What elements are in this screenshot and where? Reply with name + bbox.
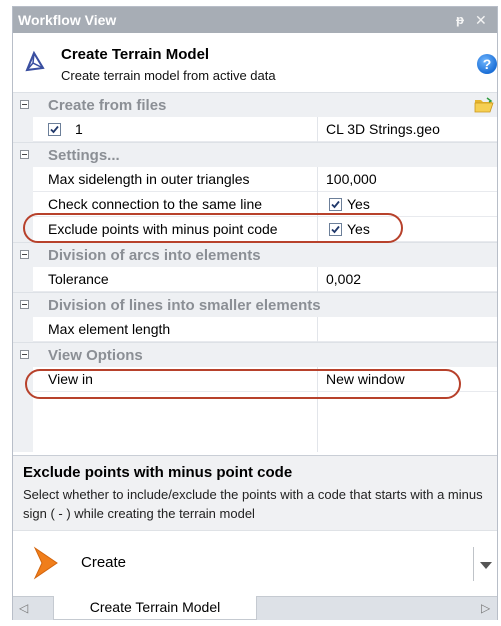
category-division-of-arcs[interactable]: Division of arcs into elements [13, 242, 497, 267]
description-panel: Exclude points with minus point code Sel… [13, 456, 497, 530]
scroll-right-icon[interactable]: ▷ [481, 601, 490, 615]
property-name: Max sidelength in outer triangles [48, 171, 250, 187]
property-row-max-sidelength[interactable]: Max sidelength in outer triangles 100,00… [13, 167, 497, 192]
property-value[interactable]: 100,000 [326, 171, 377, 187]
category-settings[interactable]: Settings... [13, 142, 497, 167]
property-row-file[interactable]: 1 CL 3D Strings.geo [13, 117, 497, 142]
category-label: Division of arcs into elements [48, 247, 261, 264]
category-view-options[interactable]: View Options [13, 342, 497, 367]
description-body: Select whether to include/exclude the po… [23, 487, 483, 521]
category-label: Division of lines into smaller elements [48, 297, 321, 314]
highlight-view-in [25, 369, 461, 399]
action-bar: Create [13, 530, 497, 596]
collapse-icon[interactable] [20, 150, 29, 159]
dropdown-arrow-icon[interactable] [473, 547, 494, 581]
create-button[interactable]: Create [81, 554, 126, 571]
property-name: Check connection to the same line [48, 196, 263, 212]
tab-strip: ◁ Create Terrain Model ▷ [13, 596, 497, 620]
workflow-view-panel: Workflow View ᵽ ✕ Create Terrain Model C… [12, 6, 498, 620]
property-value: Yes [347, 196, 370, 212]
open-folder-icon[interactable] [474, 97, 494, 113]
help-icon[interactable]: ? [477, 54, 497, 74]
category-division-of-lines[interactable]: Division of lines into smaller elements [13, 292, 497, 317]
property-value[interactable]: 0,002 [326, 271, 361, 287]
command-title: Create Terrain Model [61, 46, 210, 63]
property-name: Tolerance [48, 271, 109, 287]
collapse-icon[interactable] [20, 300, 29, 309]
scroll-left-icon[interactable]: ◁ [19, 601, 28, 615]
command-subtitle: Create terrain model from active data [61, 68, 276, 83]
description-title: Exclude points with minus point code [23, 464, 293, 481]
window-title: Workflow View [18, 12, 117, 28]
window-titlebar: Workflow View ᵽ ✕ [13, 7, 497, 33]
highlight-exclude-points [23, 213, 403, 243]
property-name: Max element length [48, 321, 171, 337]
collapse-icon[interactable] [20, 100, 29, 109]
property-grid: Create from files 1 CL 3D Strings.geo Se… [13, 89, 497, 455]
collapse-icon[interactable] [20, 350, 29, 359]
file-name-value[interactable]: CL 3D Strings.geo [326, 121, 440, 137]
file-checkbox[interactable] [48, 123, 61, 136]
file-index: 1 [75, 121, 83, 137]
collapse-icon[interactable] [20, 250, 29, 259]
pin-icon[interactable]: ᵽ [456, 7, 464, 33]
command-header: Create Terrain Model Create terrain mode… [13, 34, 497, 92]
category-label: Settings... [48, 147, 120, 164]
property-row-tolerance[interactable]: Tolerance 0,002 [13, 267, 497, 292]
check-connection-checkbox[interactable] [329, 198, 342, 211]
category-label: Create from files [48, 97, 167, 114]
terrain-model-icon [25, 50, 45, 72]
property-row-max-element-length[interactable]: Max element length [13, 317, 497, 342]
category-create-from-files[interactable]: Create from files [13, 92, 497, 117]
tab-create-terrain-model[interactable]: Create Terrain Model [53, 596, 257, 620]
close-icon[interactable]: ✕ [475, 7, 487, 33]
category-label: View Options [48, 347, 143, 364]
create-arrow-icon[interactable] [33, 546, 59, 580]
